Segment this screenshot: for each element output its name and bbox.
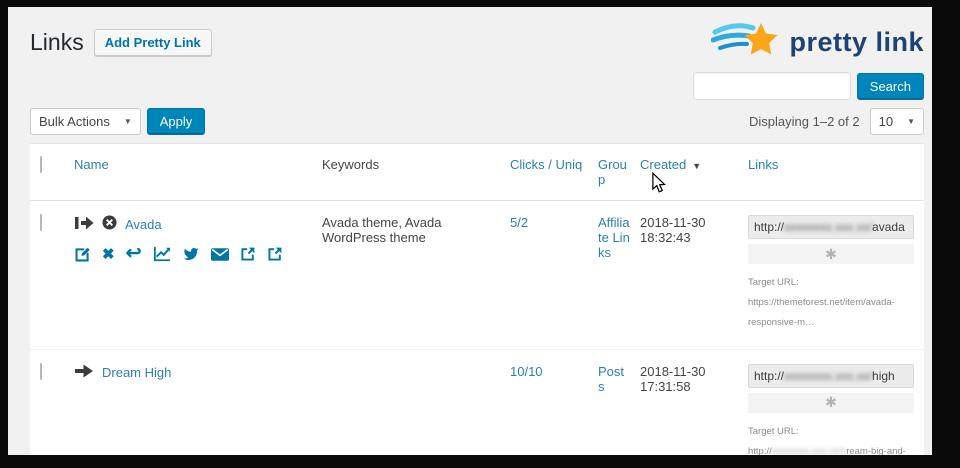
target-url-redacted: xxxxxxxx.xxx.xx/x	[772, 446, 846, 455]
target-url-label: Target URL:	[748, 277, 799, 288]
edit-icon[interactable]	[74, 246, 91, 263]
bulk-actions-label: Bulk Actions	[39, 114, 110, 129]
url-prefix: http://	[754, 220, 784, 234]
copy-link-icon[interactable]: ✱	[825, 246, 837, 263]
nofollow-icon	[102, 215, 117, 233]
url-redacted: xxxxxxxx.xxx.xx/	[784, 220, 872, 234]
bulk-actions-select[interactable]: Bulk Actions ▼	[30, 108, 141, 135]
url-prefix: http://	[754, 369, 784, 383]
search-input[interactable]	[693, 72, 851, 100]
sort-header-group[interactable]: Group	[598, 157, 627, 187]
controls-row: Bulk Actions ▼ Apply Displaying 1–2 of 2…	[30, 108, 924, 135]
target-url-text: Target URL: https://themeforest.net/item…	[748, 273, 923, 333]
open-target-icon[interactable]	[267, 246, 283, 262]
per-page-select-top[interactable]: 10 ▼	[870, 108, 924, 135]
header-keywords: Keywords	[322, 144, 510, 185]
target-url-text: Target URL: http://xxxxxxxx.xxx.xx/xream…	[748, 422, 923, 455]
sort-header-created[interactable]: Created	[640, 157, 686, 172]
pretty-bar-redirect-icon	[74, 216, 94, 233]
copy-strip: ✱	[748, 244, 914, 264]
group-link[interactable]: Affiliate Links	[598, 215, 630, 260]
links-table: Name Keywords Clicks / Uniq Group Create…	[30, 143, 924, 455]
row-checkbox[interactable]	[40, 363, 42, 380]
table-row: Dream High 10/10 Posts 2018-11-30 17:31:…	[30, 350, 924, 455]
table-header-row: Name Keywords Clicks / Uniq Group Create…	[30, 144, 924, 201]
select-all-checkbox[interactable]	[40, 156, 42, 173]
logo-brand-text: pretty link	[789, 27, 924, 58]
pretty-url-input[interactable]: http://xxxxxxxx.xxx.xx/high	[748, 364, 914, 388]
clicks-link[interactable]: 10/10	[510, 364, 543, 379]
apply-button[interactable]: Apply	[147, 108, 206, 135]
chevron-down-icon: ▼	[907, 117, 915, 126]
stats-chart-icon[interactable]	[153, 246, 171, 262]
sort-desc-icon: ▼	[692, 161, 701, 171]
copy-strip: ✱	[748, 393, 914, 413]
page-title: Links	[30, 28, 84, 58]
url-suffix: avada	[872, 220, 905, 234]
chevron-down-icon: ▼	[124, 117, 132, 126]
delete-icon[interactable]: ✖	[102, 245, 115, 263]
logo-star-icon	[711, 19, 783, 66]
clicks-link[interactable]: 5/2	[510, 215, 528, 230]
reset-icon[interactable]: ↩	[126, 247, 142, 261]
created-cell: 2018-11-30 18:32:43	[640, 215, 748, 245]
row-checkbox[interactable]	[40, 214, 42, 231]
open-link-icon[interactable]	[240, 246, 256, 262]
sort-header-clicks[interactable]: Clicks / Uniq	[510, 157, 582, 172]
displaying-count-top: Displaying 1–2 of 2	[749, 114, 860, 129]
target-url-value: https://themeforest.net/item/avada-respo…	[748, 297, 895, 328]
link-name[interactable]: Dream High	[102, 365, 171, 380]
url-suffix: high	[872, 369, 895, 383]
email-icon[interactable]	[211, 248, 229, 261]
pretty-url-input[interactable]: http://xxxxxxxx.xxx.xx/avada	[748, 215, 914, 239]
table-row: Avada ✖ ↩	[30, 201, 924, 350]
created-cell: 2018-11-30 17:31:58	[640, 364, 748, 394]
keywords-cell: Avada theme, Avada WordPress theme	[322, 215, 510, 245]
add-pretty-link-button[interactable]: Add Pretty Link	[94, 29, 212, 56]
sort-header-name[interactable]: Name	[74, 157, 109, 172]
pretty-link-admin-page: Links Add Pretty Link pretty link Search…	[8, 7, 932, 455]
target-url-label: Target URL:	[748, 426, 799, 437]
search-row: Search	[30, 72, 924, 100]
row-actions: ✖ ↩	[74, 245, 312, 263]
pretty-link-logo: pretty link	[711, 19, 924, 66]
screen-frame: Links Add Pretty Link pretty link Search…	[0, 0, 960, 468]
twitter-icon[interactable]	[182, 246, 200, 262]
url-redacted: xxxxxxxx.xxx.xx/	[784, 369, 872, 383]
header-bar: Links Add Pretty Link pretty link	[30, 7, 924, 66]
redirect-arrow-icon	[74, 364, 94, 381]
per-page-value: 10	[879, 114, 893, 129]
link-name[interactable]: Avada	[125, 217, 162, 232]
sort-header-links[interactable]: Links	[748, 157, 778, 172]
group-link[interactable]: Posts	[598, 364, 624, 394]
copy-link-icon[interactable]: ✱	[825, 394, 837, 411]
search-button[interactable]: Search	[857, 73, 924, 100]
target-url-prefix: http://	[748, 446, 772, 455]
